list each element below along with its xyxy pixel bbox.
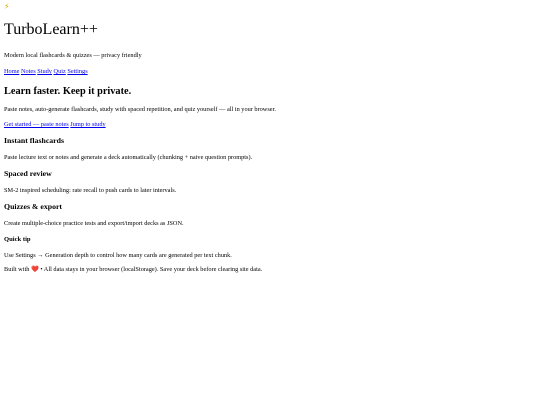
- cta-links: Get started — paste notes Jump to study: [4, 121, 536, 129]
- feature-heading: Spaced review: [4, 169, 52, 178]
- main-content: Learn faster. Keep it private. Paste not…: [4, 85, 536, 260]
- app-title: TurboLearn++: [4, 21, 98, 38]
- feature-heading: Quizzes & export: [4, 202, 63, 211]
- feature-quizzes-export: Quizzes & export Create multiple-choice …: [4, 202, 536, 228]
- jump-to-study-link[interactable]: Jump to study: [70, 121, 105, 128]
- nav-link-study[interactable]: Study: [37, 68, 52, 75]
- feature-text: Create multiple-choice practice tests an…: [4, 220, 184, 227]
- site-footer: Built with ❤️ • All data stays in your b…: [4, 266, 536, 274]
- feature-spaced-review: Spaced review SM-2 inspired scheduling: …: [4, 169, 536, 195]
- main-nav: Home Notes Study Quiz Settings: [4, 68, 536, 76]
- site-header: ⚡ TurboLearn++ Modern local flashcards &…: [4, 2, 536, 76]
- feature-heading: Instant flashcards: [4, 136, 65, 145]
- nav-link-notes[interactable]: Notes: [21, 68, 36, 75]
- nav-link-quiz[interactable]: Quiz: [54, 68, 66, 75]
- feature-instant-flashcards: Instant flashcards Paste lecture text or…: [4, 136, 536, 162]
- hero-section: Learn faster. Keep it private. Paste not…: [4, 85, 536, 129]
- tip-heading: Quick tip: [4, 236, 31, 243]
- heart-icon: ❤️: [30, 266, 39, 273]
- footer-text: • All data stays in your browser (localS…: [40, 266, 263, 273]
- hero-heading: Learn faster. Keep it private.: [4, 86, 132, 97]
- tip-text: Use Settings → Generation depth to contr…: [4, 252, 232, 259]
- footer-prefix: Built with: [4, 266, 30, 273]
- feature-text: SM-2 inspired scheduling: rate recall to…: [4, 187, 177, 194]
- tagline: Modern local flashcards & quizzes — priv…: [4, 52, 142, 59]
- lightning-icon: ⚡: [4, 2, 10, 11]
- page: ⚡ TurboLearn++ Modern local flashcards &…: [0, 0, 540, 274]
- get-started-link[interactable]: Get started — paste notes: [4, 121, 69, 128]
- nav-link-settings[interactable]: Settings: [67, 68, 87, 75]
- quick-tip-section: Quick tip Use Settings → Generation dept…: [4, 235, 536, 260]
- nav-link-home[interactable]: Home: [4, 68, 19, 75]
- feature-text: Paste lecture text or notes and generate…: [4, 154, 253, 161]
- hero-description: Paste notes, auto-generate flashcards, s…: [4, 106, 276, 113]
